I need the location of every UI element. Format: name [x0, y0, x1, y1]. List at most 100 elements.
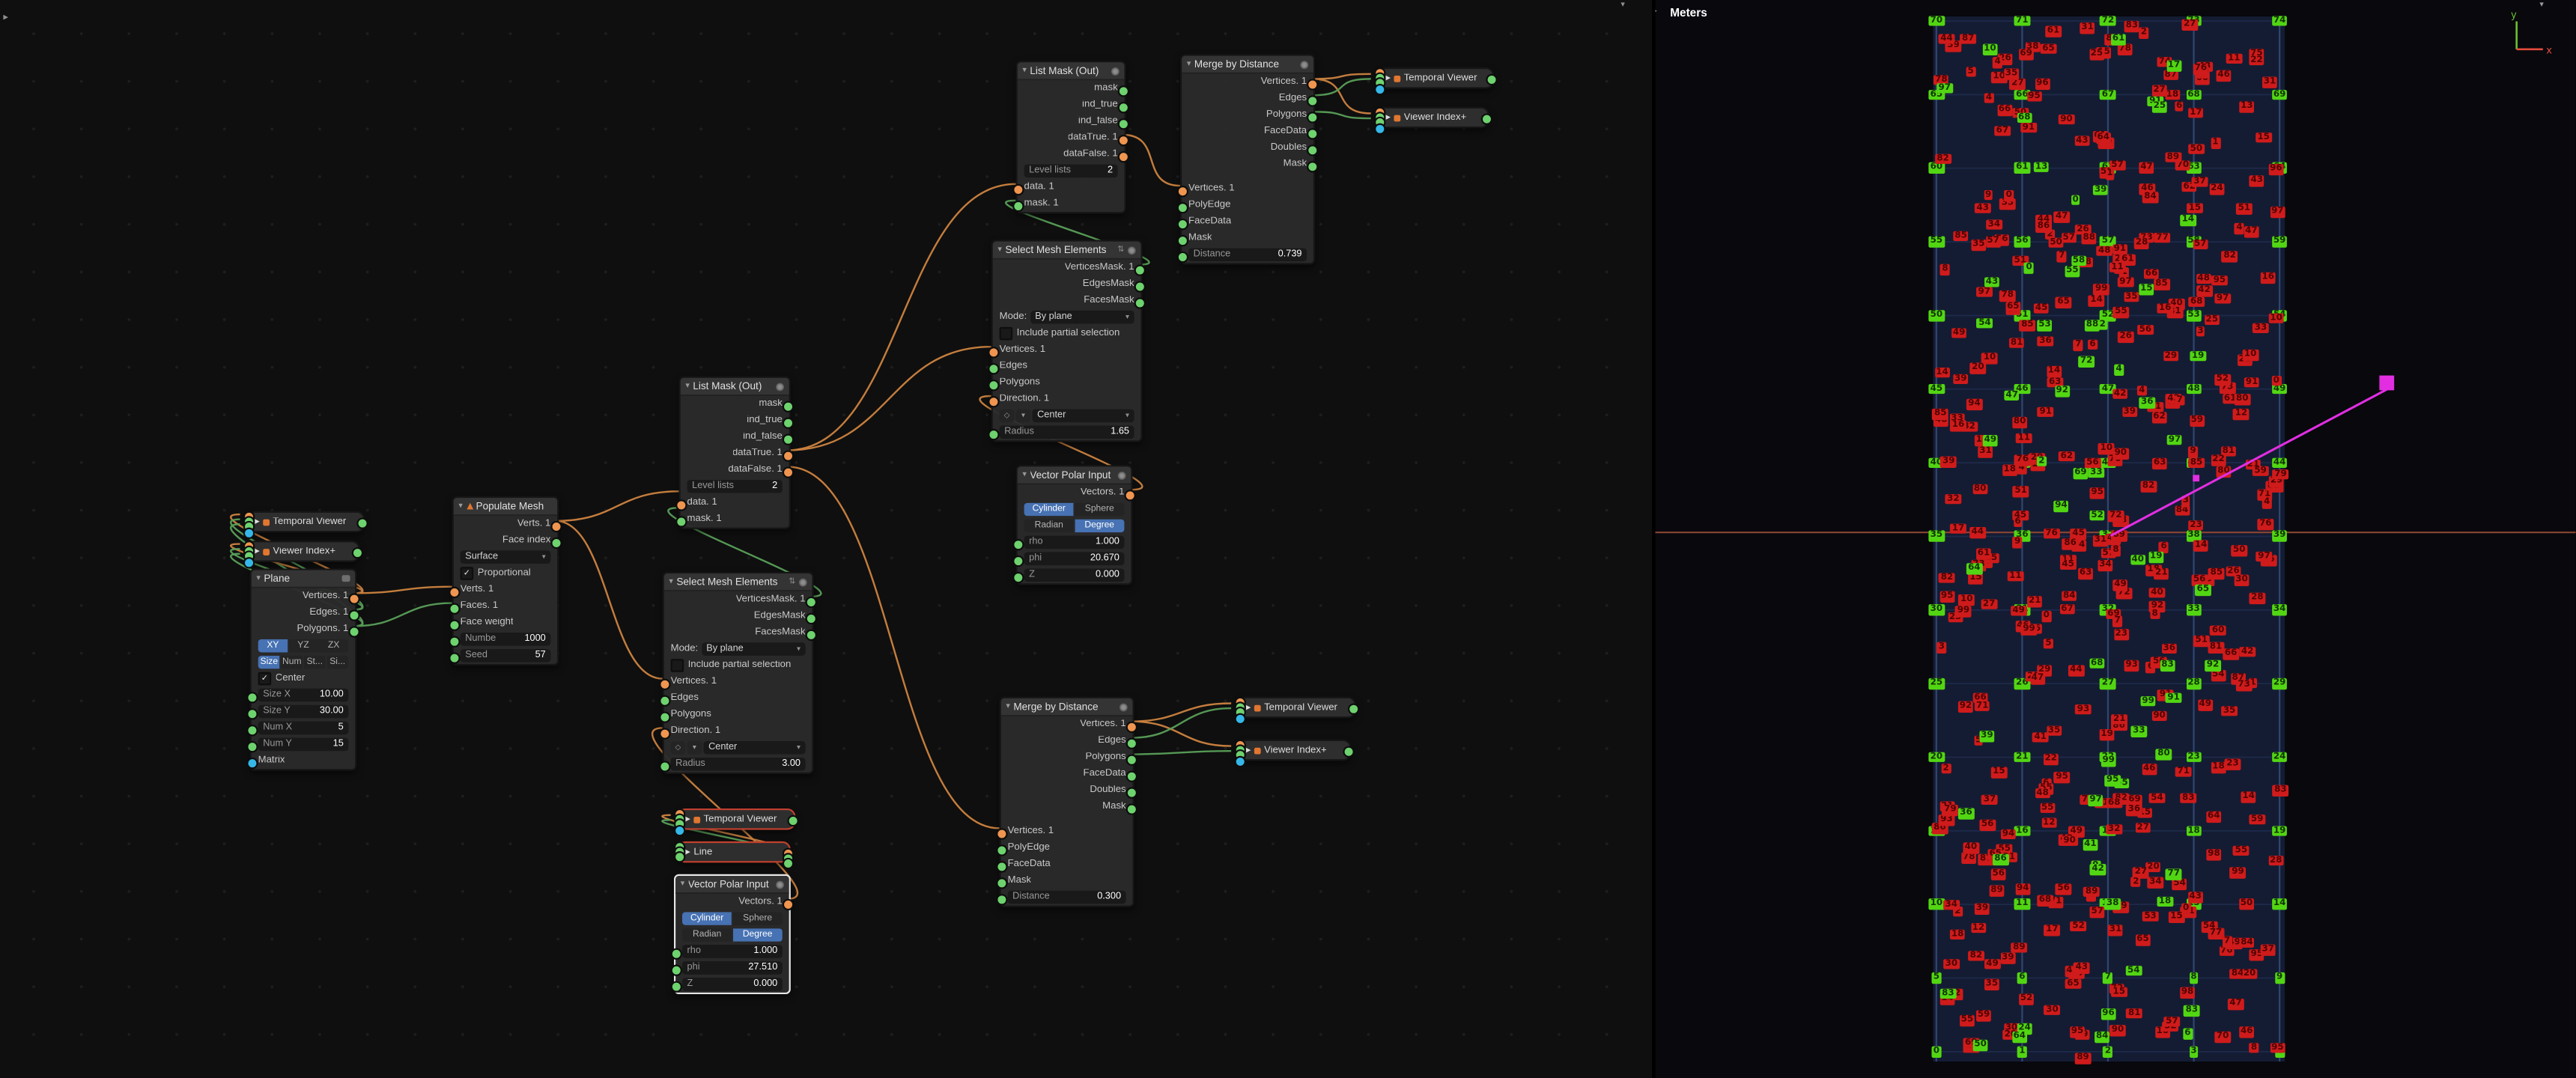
output-socket[interactable]: [783, 898, 794, 910]
input-socket[interactable]: [659, 760, 670, 771]
input-socket[interactable]: [1235, 713, 1246, 724]
output-socket[interactable]: [1126, 737, 1137, 749]
input-socket[interactable]: [1177, 201, 1188, 213]
toggle-button[interactable]: Cylinder: [1024, 503, 1074, 515]
input-socket[interactable]: [988, 395, 999, 406]
input-socket[interactable]: [1012, 571, 1024, 582]
output-socket[interactable]: [783, 433, 794, 444]
output-socket[interactable]: [1307, 111, 1318, 122]
node-header[interactable]: ▾Merge by Distance: [1182, 56, 1313, 74]
toggle-button[interactable]: XY: [258, 639, 288, 651]
output-socket[interactable]: [1343, 745, 1354, 756]
output-socket[interactable]: [356, 517, 368, 528]
input-socket[interactable]: [243, 556, 255, 567]
value-field[interactable]: Size X10.00: [258, 689, 349, 701]
output-socket[interactable]: [1124, 489, 1135, 500]
output-socket[interactable]: [1307, 94, 1318, 106]
dropdown-icon-button[interactable]: ▾: [687, 742, 702, 754]
value-field[interactable]: Radius3.00: [671, 758, 806, 770]
input-socket[interactable]: [675, 499, 687, 510]
mode-dropdown[interactable]: By plane▾: [1030, 311, 1134, 323]
output-socket[interactable]: [1126, 753, 1137, 764]
input-socket[interactable]: [988, 346, 999, 357]
node-line[interactable]: ▸Line: [677, 841, 790, 863]
output-socket[interactable]: [550, 520, 562, 532]
node-tv3[interactable]: ▸Temporal Viewer: [1377, 67, 1494, 89]
input-socket[interactable]: [246, 724, 258, 735]
node-tv2[interactable]: ▸Temporal Viewer: [677, 808, 795, 830]
mode-dropdown[interactable]: By plane▾: [702, 643, 806, 655]
input-socket[interactable]: [449, 618, 460, 630]
node-header[interactable]: ▾Vector Polar Input: [675, 876, 789, 894]
output-socket[interactable]: [1481, 112, 1492, 124]
output-socket[interactable]: [348, 592, 359, 603]
toggle-button[interactable]: St...: [304, 656, 326, 668]
input-socket[interactable]: [246, 757, 258, 768]
output-socket[interactable]: [1118, 101, 1129, 112]
collapse-arrow-icon[interactable]: ▸: [685, 846, 690, 857]
value-field[interactable]: Radius1.65: [1000, 426, 1134, 438]
collapse-arrow-icon[interactable]: ▾: [1022, 66, 1027, 76]
output-socket[interactable]: [1126, 721, 1137, 732]
wrench-icon[interactable]: [776, 880, 784, 888]
checkbox[interactable]: ✓: [461, 567, 474, 580]
value-field[interactable]: phi27.510: [682, 962, 783, 974]
output-socket[interactable]: [1118, 150, 1129, 162]
toggle-button[interactable]: Num: [281, 656, 303, 668]
center-dropdown[interactable]: Center▾: [1033, 409, 1134, 421]
value-field[interactable]: Level lists2: [687, 481, 783, 493]
output-socket[interactable]: [352, 546, 363, 558]
output-socket[interactable]: [1134, 280, 1146, 291]
collapse-arrow-icon[interactable]: ▾: [458, 502, 463, 511]
input-socket[interactable]: [674, 852, 685, 863]
input-socket[interactable]: [659, 694, 670, 705]
value-field[interactable]: Num X5: [258, 722, 349, 734]
input-socket[interactable]: [1012, 183, 1024, 195]
value-field[interactable]: Size Y30.00: [258, 705, 349, 717]
collapse-arrow-icon[interactable]: ▸: [1385, 112, 1391, 123]
input-socket[interactable]: [988, 379, 999, 390]
input-socket[interactable]: [671, 947, 682, 958]
dropdown[interactable]: Surface▾: [461, 551, 551, 563]
toggle-button[interactable]: Degree: [732, 929, 782, 941]
node-header[interactable]: ▾Populate Mesh: [454, 498, 557, 516]
value-field[interactable]: Z0.000: [1024, 569, 1125, 581]
output-socket[interactable]: [783, 858, 794, 869]
value-field[interactable]: Num Y15: [258, 738, 349, 750]
value-field[interactable]: phi20.670: [1024, 552, 1125, 564]
output-socket[interactable]: [783, 416, 794, 427]
node-header[interactable]: ▾Plane: [252, 570, 355, 588]
input-socket[interactable]: [996, 844, 1007, 855]
wrench-icon[interactable]: [1120, 702, 1128, 710]
node-editor-panel[interactable]: ▸Temporal Viewer▸Viewer Index+▾PlaneVert…: [0, 0, 1653, 1078]
value-field[interactable]: rho1.000: [1024, 536, 1125, 548]
toggle-button[interactable]: Sphere: [732, 913, 782, 925]
input-socket[interactable]: [674, 824, 685, 835]
output-socket[interactable]: [348, 609, 359, 620]
wrench-icon[interactable]: [1300, 60, 1308, 68]
checkbox[interactable]: [1000, 327, 1013, 341]
toggle-button[interactable]: Cylinder: [682, 913, 732, 925]
input-socket[interactable]: [449, 586, 460, 597]
node-vi4[interactable]: ▸Viewer Index+: [1238, 740, 1351, 761]
panel-divider[interactable]: [1652, 0, 1655, 1078]
toggle-button[interactable]: YZ: [288, 639, 318, 651]
output-socket[interactable]: [1307, 78, 1318, 89]
output-socket[interactable]: [1126, 770, 1137, 781]
collapse-arrow-icon[interactable]: ▾: [685, 381, 690, 391]
wrench-icon[interactable]: [1118, 471, 1126, 479]
axis-icon-button[interactable]: ◇: [1000, 409, 1015, 421]
output-socket[interactable]: [1307, 160, 1318, 171]
input-socket[interactable]: [246, 740, 258, 752]
input-socket[interactable]: [659, 677, 670, 689]
output-socket[interactable]: [1307, 127, 1318, 138]
axis-icon-button[interactable]: ◇: [671, 742, 686, 754]
input-socket[interactable]: [1374, 123, 1385, 134]
viewport-3d-panel[interactable]: 0123456789101112131415161718192021222324…: [1655, 0, 2575, 1078]
output-socket[interactable]: [787, 814, 798, 826]
input-socket[interactable]: [996, 827, 1007, 838]
collapse-arrow-icon[interactable]: ▾: [1022, 470, 1027, 480]
input-socket[interactable]: [243, 527, 255, 538]
editor-corner-arrow[interactable]: ▸: [3, 11, 8, 22]
input-socket[interactable]: [659, 727, 670, 738]
